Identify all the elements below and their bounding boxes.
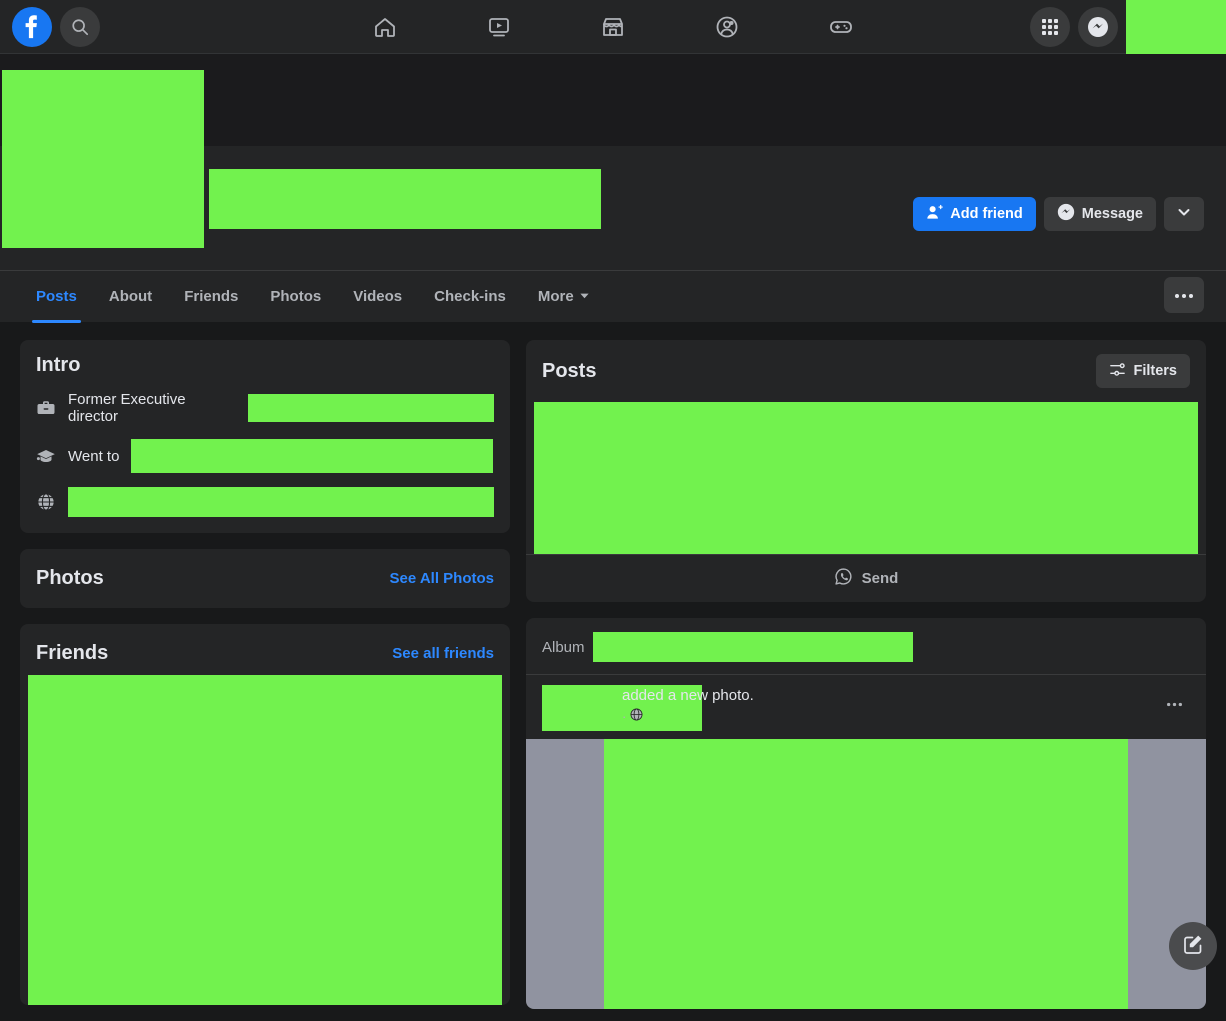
intro-website-redacted — [68, 487, 494, 517]
compose-edit-icon — [1182, 933, 1204, 960]
post-meta: added a new photo. · — [526, 675, 1206, 739]
profile-picture-redacted[interactable] — [2, 70, 204, 248]
tab-label: Photos — [270, 288, 321, 305]
post-privacy-row: · — [622, 708, 754, 724]
intro-title: Intro — [36, 354, 494, 377]
photo-left-backdrop — [526, 739, 604, 1009]
send-label: Send — [862, 570, 899, 587]
friends-card: Friends See all friends — [20, 624, 510, 1005]
photos-card: Photos See All Photos — [20, 549, 510, 608]
nav-right-group — [1030, 0, 1226, 54]
home-icon[interactable] — [362, 4, 408, 50]
intro-row-education: Went to — [36, 439, 494, 473]
profile-name-redacted — [209, 169, 601, 229]
tab-friends[interactable]: Friends — [168, 271, 254, 323]
tab-more[interactable]: More — [522, 271, 606, 323]
tab-check-ins[interactable]: Check-ins — [418, 271, 522, 323]
intro-row-work: Former Executive director — [36, 391, 494, 425]
intro-row-website — [36, 487, 494, 517]
post-album-row: Album — [526, 618, 1206, 675]
chevron-down-icon — [1177, 205, 1191, 223]
post-photo-stage[interactable] — [526, 739, 1206, 1009]
gaming-controller-icon[interactable] — [818, 4, 864, 50]
friends-title: Friends — [36, 642, 108, 665]
profile-tabs-bar: Posts About Friends Photos Videos Check-… — [0, 270, 1226, 322]
album-label: Album — [542, 639, 585, 656]
message-label: Message — [1082, 206, 1143, 222]
right-column: Posts Filters — [526, 340, 1206, 1009]
album-name-redacted[interactable] — [593, 632, 913, 662]
left-column: Intro Former Executive director — [20, 340, 510, 1021]
tab-label: Posts — [36, 288, 77, 305]
filters-label: Filters — [1133, 363, 1177, 379]
video-watch-icon[interactable] — [476, 4, 522, 50]
post-action-text: added a new photo. — [622, 685, 754, 706]
posts-card-head: Posts Filters — [526, 340, 1206, 402]
profile-tabs-more-button[interactable] — [1164, 277, 1204, 313]
facebook-logo-icon[interactable] — [12, 7, 52, 47]
intro-work-redacted — [248, 394, 494, 422]
briefcase-icon — [36, 398, 56, 418]
tab-about[interactable]: About — [93, 271, 168, 323]
whatsapp-send-icon — [834, 567, 853, 590]
globe-public-icon — [630, 708, 643, 724]
profile-more-dropdown-button[interactable] — [1164, 197, 1204, 231]
see-all-photos-link[interactable]: See All Photos — [390, 570, 494, 587]
post-preview-redacted — [534, 402, 1198, 554]
sliders-filter-icon — [1109, 361, 1126, 382]
add-friend-label: Add friend — [950, 206, 1023, 222]
tab-videos[interactable]: Videos — [337, 271, 418, 323]
tab-label: About — [109, 288, 152, 305]
post-photo-redacted[interactable] — [604, 739, 1128, 1009]
compose-edit-button[interactable] — [1169, 922, 1217, 970]
intro-work-text: Former Executive director — [68, 391, 236, 425]
marketplace-storefront-icon[interactable] — [590, 4, 636, 50]
grid-menu-icon[interactable] — [1030, 7, 1070, 47]
groups-people-icon[interactable] — [704, 4, 750, 50]
add-person-icon — [926, 204, 943, 225]
intro-education-redacted — [131, 439, 493, 473]
top-navigation-bar — [0, 0, 1226, 54]
intro-card: Intro Former Executive director — [20, 340, 510, 533]
post-item-card: Album added a new photo. · — [526, 618, 1206, 1009]
nav-left-group — [0, 7, 100, 47]
profile-action-buttons: Add friend Message — [913, 197, 1204, 231]
post-timestamp-separator: · — [622, 709, 626, 724]
tab-label: Check-ins — [434, 288, 506, 305]
friends-grid-redacted — [28, 675, 502, 1005]
tab-label: Friends — [184, 288, 238, 305]
photos-title: Photos — [36, 567, 104, 590]
profile-tabs: Posts About Friends Photos Videos Check-… — [0, 271, 606, 323]
ellipsis-horizontal-icon — [1165, 694, 1184, 712]
filters-button[interactable]: Filters — [1096, 354, 1190, 388]
chevron-down-icon — [579, 288, 590, 305]
posts-card: Posts Filters — [526, 340, 1206, 602]
tab-posts[interactable]: Posts — [20, 271, 93, 323]
see-all-friends-link[interactable]: See all friends — [392, 645, 494, 662]
messenger-icon[interactable] — [1078, 7, 1118, 47]
add-friend-button[interactable]: Add friend — [913, 197, 1036, 231]
send-button[interactable]: Send — [526, 554, 1206, 602]
friends-card-head: Friends See all friends — [20, 624, 510, 675]
tab-label: Videos — [353, 288, 402, 305]
ellipsis-horizontal-icon — [1174, 286, 1194, 304]
photos-card-head: Photos See All Photos — [20, 549, 510, 608]
search-icon[interactable] — [60, 7, 100, 47]
graduation-cap-icon — [36, 446, 56, 466]
message-button[interactable]: Message — [1044, 197, 1156, 231]
posts-title: Posts — [542, 360, 596, 383]
post-more-options-button[interactable] — [1158, 687, 1190, 719]
account-avatar-redacted[interactable] — [1126, 0, 1226, 54]
profile-content: Intro Former Executive director — [0, 322, 1226, 979]
tab-photos[interactable]: Photos — [254, 271, 337, 323]
messenger-icon — [1057, 203, 1075, 225]
tab-label: More — [538, 288, 574, 305]
globe-icon — [36, 492, 56, 512]
intro-education-text: Went to — [68, 448, 119, 465]
